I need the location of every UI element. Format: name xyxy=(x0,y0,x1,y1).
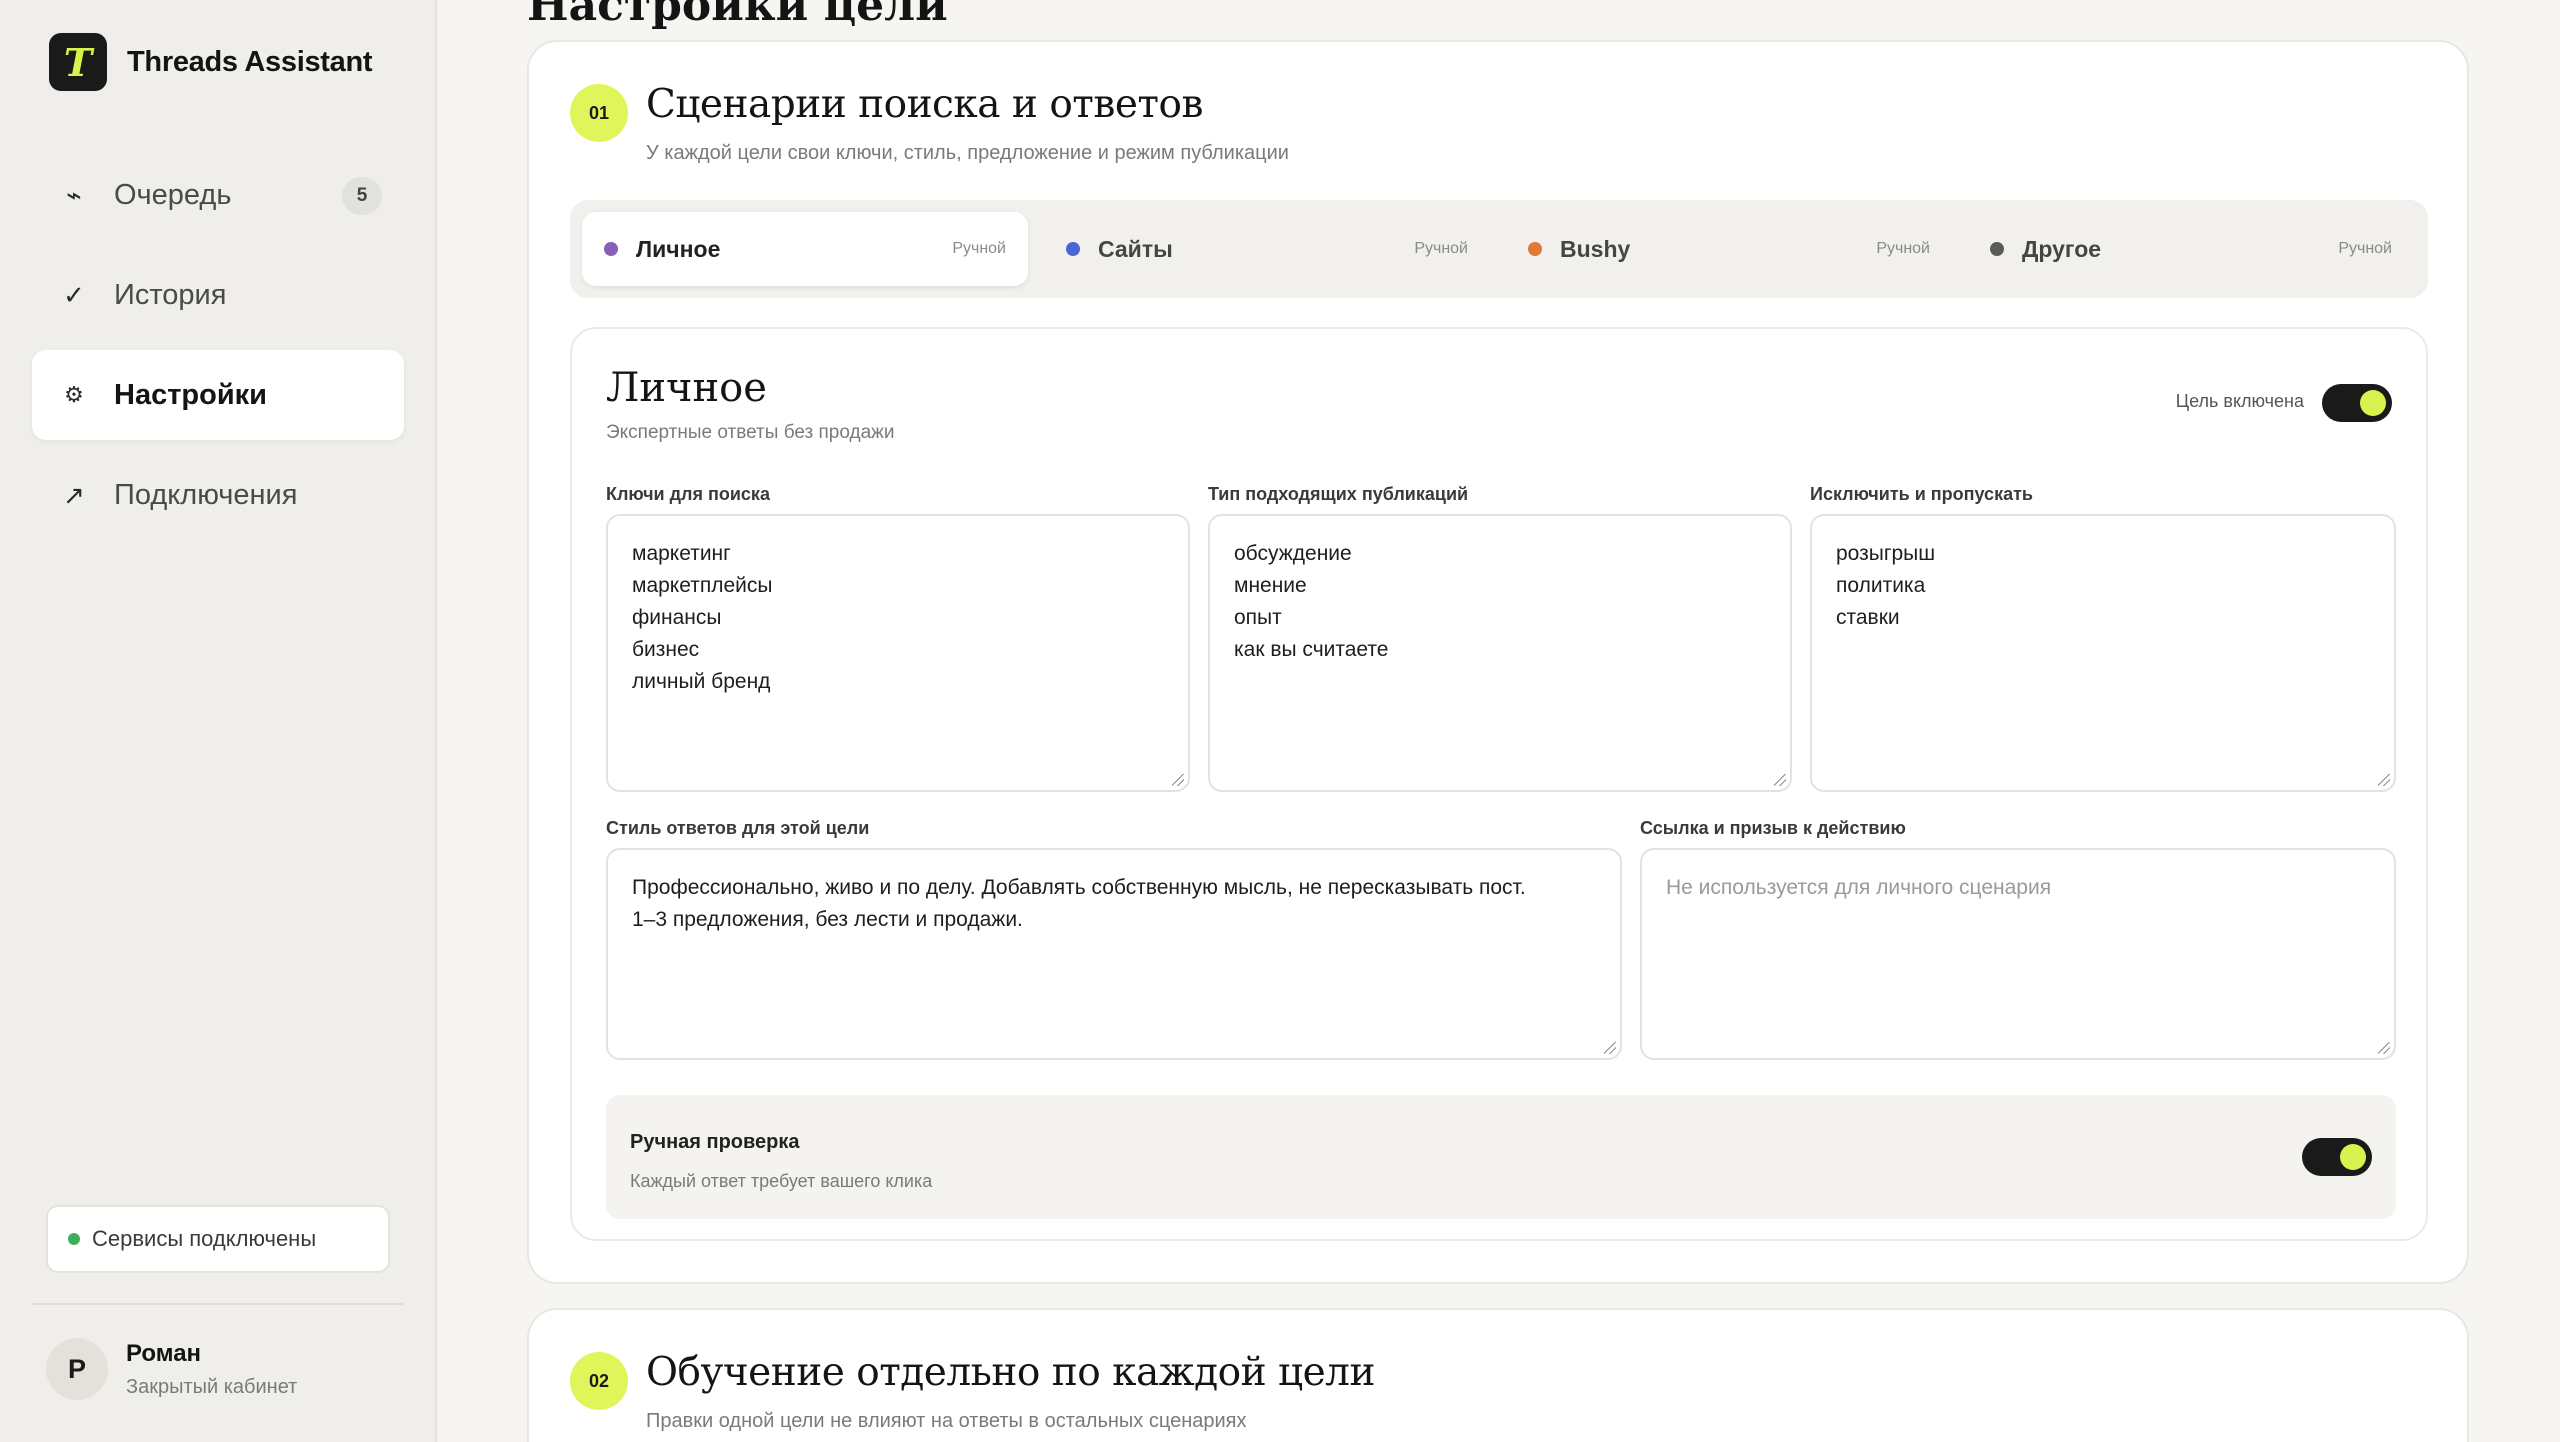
avatar: Р xyxy=(46,1338,108,1400)
sidebar-item-label: Подключения xyxy=(114,478,298,511)
goal-subtitle: Экспертные ответы без продажи xyxy=(606,422,895,443)
section-subtitle: Правки одной цели не влияют на ответы в … xyxy=(646,1410,1247,1432)
toggle-knob xyxy=(2340,1144,2366,1170)
style-textarea[interactable]: Профессионально, живо и по делу. Добавля… xyxy=(606,848,1622,1060)
arrow-up-right-icon: ↗ xyxy=(63,479,85,510)
check-icon: ✓ xyxy=(63,279,85,310)
tab-bushy[interactable]: Bushy Ручной xyxy=(1506,212,1952,286)
tab-personal[interactable]: Личное Ручной xyxy=(582,212,1028,286)
step-badge: 02 xyxy=(570,1352,628,1410)
tab-mode: Ручной xyxy=(952,240,1006,257)
tab-label: Bushy xyxy=(1560,235,1631,262)
sidebar-item-label: Настройки xyxy=(114,378,268,411)
user-role: Закрытый кабинет xyxy=(126,1375,298,1398)
divider xyxy=(32,1303,404,1305)
goal-tabs: Личное Ручной Сайты Ручной Bushy Ручной … xyxy=(570,200,2428,298)
step-badge: 01 xyxy=(570,84,628,142)
scenarios-card: 01 Сценарии поиска и ответов У каждой це… xyxy=(527,40,2469,1284)
user-name: Роман xyxy=(126,1339,202,1367)
brand[interactable]: T Threads Assistant xyxy=(49,33,373,91)
goal-enabled-label: Цель включена xyxy=(2175,391,2304,411)
types-label: Тип подходящих публикаций xyxy=(1208,484,1469,504)
tab-label: Сайты xyxy=(1098,235,1173,262)
sidebar-item-connections[interactable]: ↗ Подключения xyxy=(32,450,404,540)
goal-settings-panel: Личное Экспертные ответы без продажи Цел… xyxy=(570,327,2428,1241)
user-info: Роман Закрытый кабинет xyxy=(126,1340,297,1399)
resize-handle-icon[interactable] xyxy=(1172,774,1184,786)
tab-mode: Ручной xyxy=(1876,240,1930,257)
section-subtitle: У каждой цели свои ключи, стиль, предлож… xyxy=(646,142,1289,164)
gear-icon: ⚙ xyxy=(64,382,84,407)
tab-mode: Ручной xyxy=(1414,240,1468,257)
tab-label: Личное xyxy=(636,235,721,262)
status-text: Сервисы подключены xyxy=(92,1226,317,1251)
exclude-label: Исключить и пропускать xyxy=(1810,484,2033,504)
sidebar-item-queue[interactable]: ⌁ Очередь 5 xyxy=(32,150,404,240)
manual-review-toggle[interactable] xyxy=(2302,1138,2372,1176)
exclude-textarea[interactable]: розыгрыш политика ставки xyxy=(1810,514,2396,792)
tab-color-dot xyxy=(604,242,618,256)
tab-other[interactable]: Другое Ручной xyxy=(1968,212,2414,286)
keys-label: Ключи для поиска xyxy=(606,484,770,504)
tab-mode: Ручной xyxy=(2338,240,2392,257)
resize-handle-icon[interactable] xyxy=(1774,774,1786,786)
app-name: Threads Assistant xyxy=(127,45,373,78)
link-textarea[interactable]: Не используется для личного сценария xyxy=(1640,848,2396,1060)
tab-color-dot xyxy=(1528,242,1542,256)
sidebar-nav: ⌁ Очередь 5 ✓ История ⚙ Настройки ↗ Подк… xyxy=(32,150,404,550)
manual-review-subtitle: Каждый ответ требует вашего клика xyxy=(630,1171,933,1191)
sidebar-item-label: Очередь xyxy=(114,178,232,211)
training-card: 02 Обучение отдельно по каждой цели Прав… xyxy=(527,1308,2469,1442)
tab-sites[interactable]: Сайты Ручной xyxy=(1044,212,1490,286)
app-logo: T xyxy=(49,33,107,91)
sidebar-item-settings[interactable]: ⚙ Настройки xyxy=(32,350,404,440)
resize-handle-icon[interactable] xyxy=(2378,1042,2390,1054)
toggle-knob xyxy=(2360,390,2386,416)
wave-icon: ⌁ xyxy=(66,179,82,210)
keys-textarea[interactable]: маркетинг маркетплейсы финансы бизнес ли… xyxy=(606,514,1190,792)
resize-handle-icon[interactable] xyxy=(1604,1042,1616,1054)
types-textarea[interactable]: обсуждение мнение опыт как вы считаете xyxy=(1208,514,1792,792)
services-status[interactable]: Сервисы подключены xyxy=(46,1205,390,1273)
manual-review-title: Ручная проверка xyxy=(630,1131,800,1153)
queue-count-badge: 5 xyxy=(342,177,382,215)
tab-label: Другое xyxy=(2022,235,2102,262)
user-profile[interactable]: Р Роман Закрытый кабинет xyxy=(46,1338,297,1400)
style-label: Стиль ответов для этой цели xyxy=(606,818,870,838)
section-title: Сценарии поиска и ответов xyxy=(646,82,1203,127)
manual-review-box: Ручная проверка Каждый ответ требует ваш… xyxy=(606,1095,2396,1219)
page-title: Настройки цели xyxy=(527,0,948,31)
sidebar: T Threads Assistant ⌁ Очередь 5 ✓ Истори… xyxy=(0,0,437,1442)
tab-color-dot xyxy=(1990,242,2004,256)
sidebar-item-label: История xyxy=(114,278,227,311)
section-title: Обучение отдельно по каждой цели xyxy=(646,1350,1375,1395)
goal-title: Личное xyxy=(606,365,767,411)
goal-enabled-toggle[interactable] xyxy=(2322,384,2392,422)
tab-color-dot xyxy=(1066,242,1080,256)
status-dot-icon xyxy=(68,1233,80,1245)
link-label: Ссылка и призыв к действию xyxy=(1640,818,1906,838)
sidebar-item-history[interactable]: ✓ История xyxy=(32,250,404,340)
resize-handle-icon[interactable] xyxy=(2378,774,2390,786)
